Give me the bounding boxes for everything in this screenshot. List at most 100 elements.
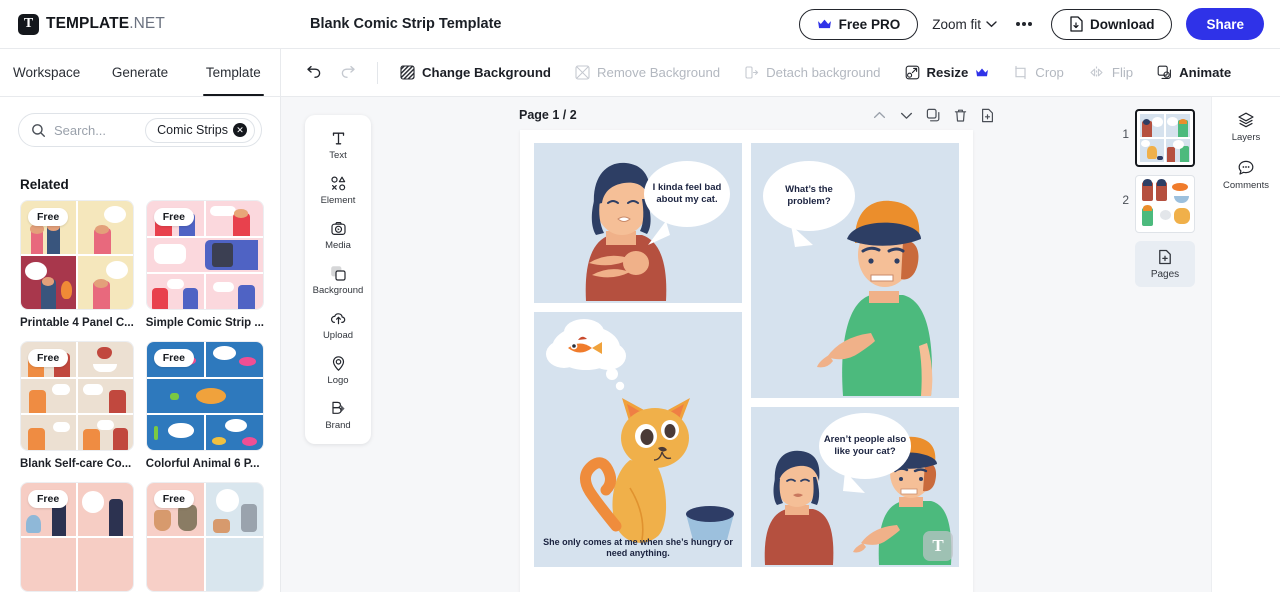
close-icon[interactable]: ✕ xyxy=(233,123,247,137)
resize-icon xyxy=(905,65,920,80)
speech-bubble[interactable]: What’s the problem? xyxy=(763,161,855,231)
brand-name-bold: TEMPLATE xyxy=(46,15,130,32)
comic-panel-3[interactable]: She only comes at me when she’s hungry o… xyxy=(534,312,742,567)
animate-button[interactable]: Animate xyxy=(1145,56,1243,90)
search-input[interactable] xyxy=(54,122,138,138)
crown-icon xyxy=(817,18,832,30)
add-page-icon[interactable] xyxy=(980,108,995,123)
download-label: Download xyxy=(1089,16,1155,32)
change-background-button[interactable]: Change Background xyxy=(388,56,563,90)
search-section: Comic Strips ✕ xyxy=(0,97,280,147)
right-rail: Layers Comments xyxy=(1211,97,1280,592)
move-up-icon[interactable] xyxy=(872,108,887,123)
page-thumbnail-row: 1 xyxy=(1108,109,1211,167)
pages-sidebar: 1 2 Pages xyxy=(1108,97,1211,592)
crossed-image-icon xyxy=(575,65,590,80)
remove-background-button: Remove Background xyxy=(563,56,732,90)
add-pages-button[interactable]: Pages xyxy=(1135,241,1195,287)
tab-template[interactable]: Template xyxy=(187,49,280,96)
media-icon xyxy=(330,220,347,237)
free-pro-label: Free PRO xyxy=(838,16,901,32)
rail-item-comments[interactable]: Comments xyxy=(1223,159,1269,191)
brand-icon xyxy=(330,400,347,417)
watermark-logo: T xyxy=(923,531,953,561)
template-card[interactable]: Free xyxy=(20,482,134,592)
palette-item-text[interactable]: Text xyxy=(305,124,371,167)
canvas-area: Text Element Media Background Upload Log… xyxy=(281,97,1108,592)
flip-button: Flip xyxy=(1076,56,1145,90)
delete-page-icon[interactable] xyxy=(953,108,968,123)
editing-tools: Change Background Remove Background Deta… xyxy=(281,49,1280,96)
template-thumbnail: Free xyxy=(20,482,134,592)
zoom-control[interactable]: Zoom fit xyxy=(932,17,997,32)
secondary-toolbar: Workspace Generate Template Change Backg… xyxy=(0,49,1280,97)
palette-item-upload[interactable]: Upload xyxy=(305,304,371,347)
palette-item-media[interactable]: Media xyxy=(305,214,371,257)
template-card[interactable]: Free xyxy=(145,482,264,592)
document-title[interactable]: Blank Comic Strip Template xyxy=(310,16,502,32)
page-thumbnail-2[interactable] xyxy=(1135,175,1195,233)
rail-label-layers: Layers xyxy=(1231,132,1261,143)
undo-icon[interactable] xyxy=(295,61,331,85)
comic-panel-1[interactable]: I kinda feel bad about my cat. xyxy=(534,143,742,303)
change-background-label: Change Background xyxy=(422,65,551,80)
template-card[interactable]: Free Blank Self-care Co... xyxy=(20,341,134,470)
speech-bubble[interactable]: I kinda feel bad about my cat. xyxy=(644,161,730,227)
template-card[interactable]: Free Colorful Animal 6 P... xyxy=(145,341,264,470)
toolbar-divider xyxy=(377,61,378,84)
palette-item-background[interactable]: Background xyxy=(305,259,371,302)
related-section-title: Related xyxy=(20,177,69,192)
search-box[interactable]: Comic Strips ✕ xyxy=(18,113,262,147)
zoom-label: Zoom fit xyxy=(932,16,981,32)
free-badge: Free xyxy=(28,208,69,226)
chevron-down-icon xyxy=(986,20,997,28)
background-icon xyxy=(330,265,347,282)
brand-mark-icon: T xyxy=(18,13,39,35)
page-number: 2 xyxy=(1122,193,1129,207)
template-card[interactable]: Free Simple Comic Strip ... xyxy=(145,200,264,329)
comic-panel-4[interactable]: Aren’t people also like your cat? T xyxy=(751,407,959,567)
palette-item-brand[interactable]: Brand xyxy=(305,394,371,437)
resize-button[interactable]: Resize xyxy=(893,56,1002,90)
palette-item-element[interactable]: Element xyxy=(305,169,371,212)
palette-label-background: Background xyxy=(312,285,364,296)
rail-item-layers[interactable]: Layers xyxy=(1231,111,1261,143)
brand-logo[interactable]: T TEMPLATE.NET xyxy=(0,13,165,35)
brand-name: TEMPLATE.NET xyxy=(46,15,165,33)
text-icon xyxy=(330,130,347,147)
page-indicator: Page 1 / 2 xyxy=(519,108,577,122)
duplicate-page-icon[interactable] xyxy=(926,108,941,123)
download-file-icon xyxy=(1069,16,1083,32)
speech-bubble[interactable]: Aren’t people also like your cat? xyxy=(819,413,911,479)
move-down-icon[interactable] xyxy=(899,108,914,123)
animate-label: Animate xyxy=(1179,65,1232,80)
free-pro-button[interactable]: Free PRO xyxy=(798,8,919,40)
element-icon xyxy=(330,175,347,192)
resize-label: Resize xyxy=(926,65,969,80)
search-filter-chip[interactable]: Comic Strips ✕ xyxy=(145,117,255,143)
panel-caption[interactable]: She only comes at me when she’s hungry o… xyxy=(542,537,734,560)
header-actions: Free PRO Zoom fit Download Share xyxy=(798,8,1280,40)
resize-pro-crown-icon xyxy=(975,67,989,78)
template-card[interactable]: Free Printable 4 Panel C... xyxy=(20,200,134,329)
page-thumbnail-1[interactable] xyxy=(1135,109,1195,167)
more-options-button[interactable] xyxy=(1011,21,1037,27)
flip-icon xyxy=(1088,65,1105,80)
tab-workspace[interactable]: Workspace xyxy=(0,49,93,96)
share-button[interactable]: Share xyxy=(1186,8,1264,40)
animate-icon xyxy=(1157,65,1172,80)
download-button[interactable]: Download xyxy=(1050,8,1173,40)
left-sidebar: Comic Strips ✕ Related Free Pri xyxy=(0,97,281,592)
palette-label-upload: Upload xyxy=(322,330,354,341)
page-action-buttons xyxy=(872,108,995,123)
crop-icon xyxy=(1013,65,1028,80)
tab-generate[interactable]: Generate xyxy=(93,49,186,96)
brand-name-light: .NET xyxy=(129,15,165,32)
detach-background-button: Detach background xyxy=(732,56,892,90)
palette-item-logo[interactable]: Logo xyxy=(305,349,371,392)
upload-icon xyxy=(330,310,347,327)
canvas-page-1[interactable]: I kinda feel bad about my cat. What’s th… xyxy=(520,130,973,592)
template-thumbnail: Free xyxy=(145,482,264,592)
comic-panel-2[interactable]: What’s the problem? xyxy=(751,143,959,398)
palette-label-text: Text xyxy=(329,150,347,161)
